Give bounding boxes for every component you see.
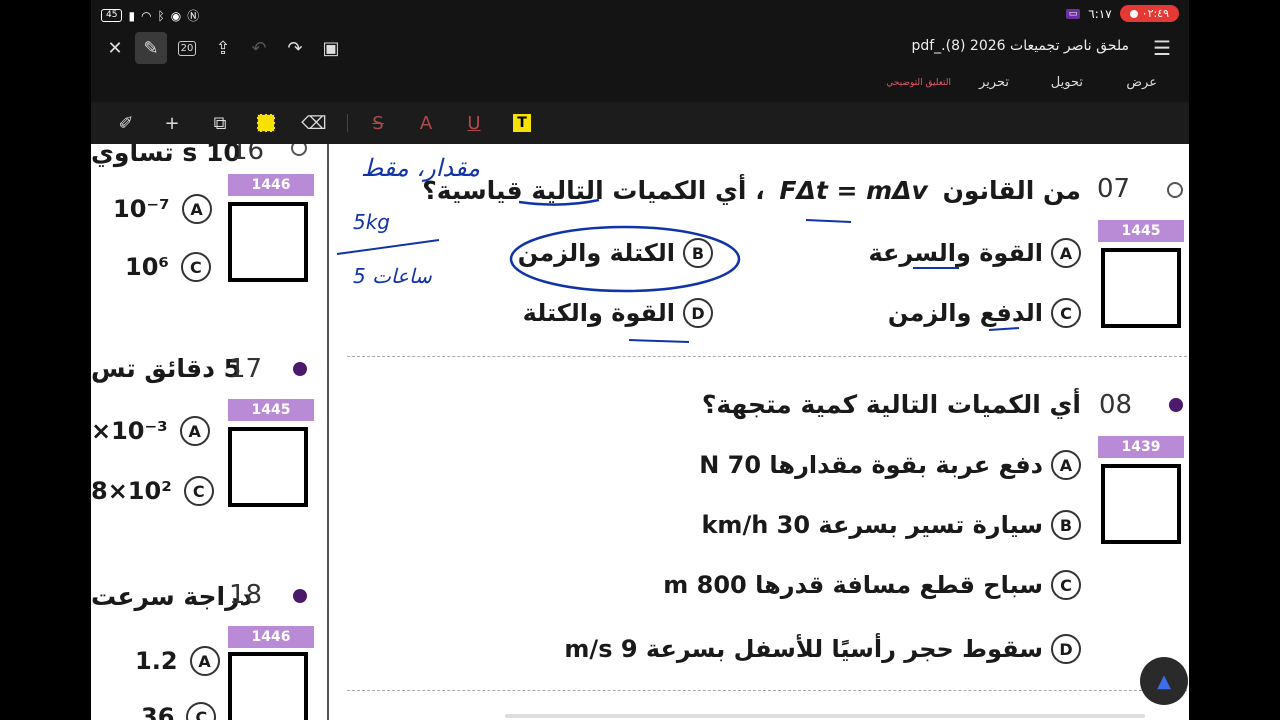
plus-icon: +	[164, 112, 180, 134]
copy-icon: ⧉	[213, 112, 227, 134]
strikethrough-button[interactable]: S	[367, 112, 389, 134]
screen-mirror-icon: ▭	[1065, 8, 1081, 19]
top-actions: ✕ ✎ 20 ⇪ ↶ ↷ ▣	[99, 32, 347, 64]
toolbar-divider	[347, 114, 348, 132]
horizontal-scrollbar[interactable]	[505, 714, 1145, 718]
recording-indicator[interactable]: ٠٢:٤٩	[1119, 5, 1179, 22]
signal-icon: ▮	[128, 8, 136, 23]
ink-annotations	[336, 198, 1020, 343]
save-button[interactable]: ▣	[315, 32, 347, 64]
highlight-box-button[interactable]	[255, 112, 277, 134]
ink-underline	[518, 198, 600, 206]
eraser-button[interactable]: ⌫	[301, 112, 327, 134]
mode-tabs: عرض تحويل تحرير التعليق التوضيحي	[91, 66, 1189, 102]
text-highlight-button[interactable]: T	[511, 112, 533, 134]
ink-note-bottom: 5 ساعات	[353, 264, 432, 288]
menu-icon[interactable]: ☰	[1153, 36, 1171, 60]
annotation-toolbar: ✐ + ⧉ ⌫ S A U T	[91, 102, 1189, 144]
tab-edit[interactable]: تحرير	[979, 75, 1009, 90]
pen-settings-icon: ✐	[118, 112, 134, 134]
text-color-icon: A	[419, 112, 433, 134]
share-icon: ⇪	[215, 37, 231, 59]
redo-button[interactable]: ↷	[279, 32, 311, 64]
undo-icon: ↶	[251, 37, 267, 59]
nfc-icon: Ⓝ	[187, 9, 200, 23]
copy-button[interactable]: ⧉	[209, 112, 231, 134]
underline-icon: U	[467, 112, 481, 134]
tab-convert[interactable]: تحويل	[1051, 75, 1083, 90]
scroll-top-button[interactable]: ▲	[1140, 657, 1188, 705]
battery-icon: 45	[101, 9, 123, 22]
record-dot-icon	[1129, 9, 1138, 18]
record-time: ٠٢:٤٩	[1141, 7, 1169, 20]
tab-annotate[interactable]: التعليق التوضيحي	[886, 78, 951, 88]
status-bar: 45 ▮ ◠ ᛒ ◉ Ⓝ ▭ ٦:١٧ ٠٢:٤٩	[91, 0, 1189, 30]
close-icon: ✕	[107, 37, 123, 59]
ink-fraction-line	[336, 239, 440, 255]
wifi-icon: ◠	[141, 8, 152, 23]
top-bar: ✕ ✎ 20 ⇪ ↶ ↷ ▣ ملحق ناصر تجميعات 2026 (8…	[91, 30, 1189, 66]
pen-button[interactable]: ✎	[135, 32, 167, 64]
tab-view[interactable]: عرض	[1126, 75, 1157, 90]
ink-note-top: مقدار، مقط	[361, 154, 481, 182]
highlight-box-icon	[257, 114, 275, 132]
text-color-button[interactable]: A	[415, 112, 437, 134]
arrow-up-icon: ▲	[1157, 670, 1171, 692]
eraser-icon: ⌫	[301, 112, 327, 134]
pen-icon: ✎	[143, 37, 159, 59]
clock: ٦:١٧	[1088, 6, 1112, 21]
pen-settings-button[interactable]: ✐	[115, 112, 137, 134]
ink-underline	[805, 219, 852, 223]
status-right: ▭ ٦:١٧ ٠٢:٤٩	[1065, 5, 1179, 22]
strikethrough-icon: S	[372, 112, 384, 134]
save-icon: ▣	[322, 37, 340, 59]
page-count-button[interactable]: 20	[171, 32, 203, 64]
ink-underline	[628, 339, 690, 343]
pdf-page[interactable]: 10 s تساوي 16 1446 10⁻⁷ A 10⁶ C 5 دقائق …	[91, 144, 1189, 720]
document-title: ملحق ناصر تجميعات 2026 (8)._pdf	[911, 38, 1129, 54]
text-highlight-icon: T	[513, 114, 531, 132]
underline-button[interactable]: U	[463, 112, 485, 134]
ink-circle-option-b	[509, 225, 741, 293]
close-button[interactable]: ✕	[99, 32, 131, 64]
redo-icon: ↷	[287, 37, 303, 59]
eye-icon: ◉	[170, 8, 182, 23]
add-button[interactable]: +	[161, 112, 183, 134]
ink-underline	[988, 327, 1020, 331]
share-button[interactable]: ⇪	[207, 32, 239, 64]
undo-button[interactable]: ↶	[243, 32, 275, 64]
bluetooth-icon: ᛒ	[157, 8, 165, 23]
ink-note-kg: 5kg	[353, 210, 391, 234]
page-count-icon: 20	[177, 40, 197, 56]
status-left: 45 ▮ ◠ ᛒ ◉ Ⓝ	[101, 7, 199, 24]
pdf-reader-app: 45 ▮ ◠ ᛒ ◉ Ⓝ ▭ ٦:١٧ ٠٢:٤٩ ✕ ✎ 20 ⇪ ↶ ↷ ▣…	[91, 0, 1189, 720]
